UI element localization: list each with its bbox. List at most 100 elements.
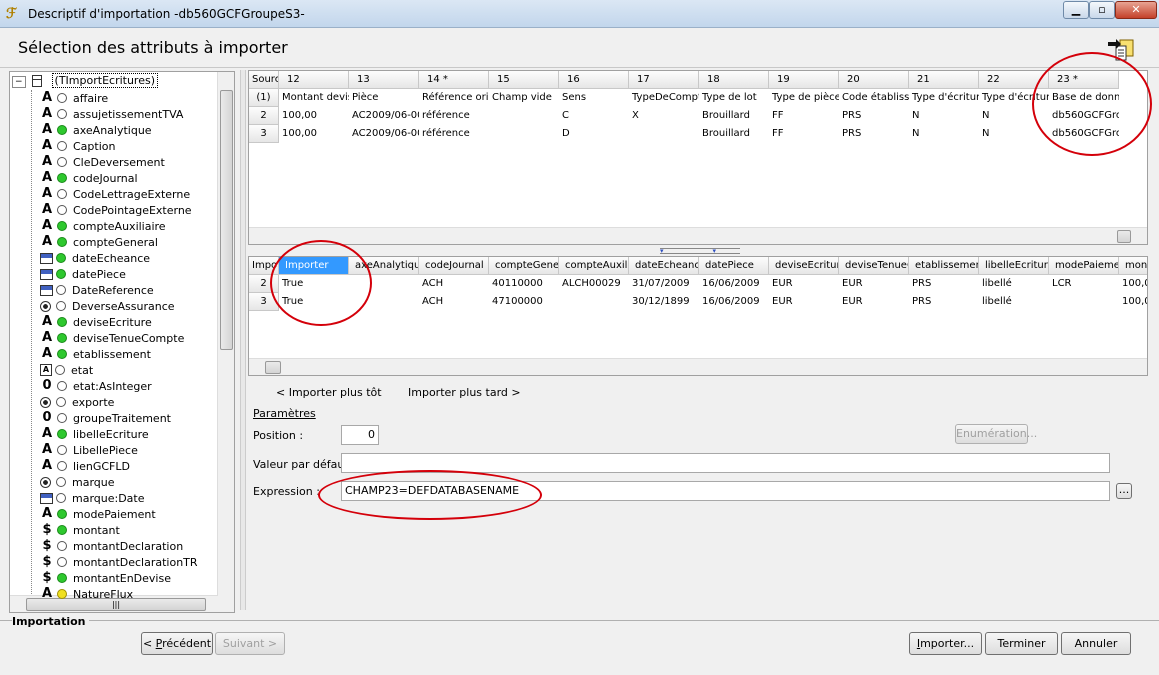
- import-later-link[interactable]: Importer plus tard >: [408, 386, 521, 399]
- tree-item[interactable]: Aaffaire: [40, 90, 108, 106]
- next-button[interactable]: Suivant >: [215, 632, 285, 655]
- source-column-number[interactable]: 12: [279, 71, 349, 89]
- close-button[interactable]: ✕: [1115, 1, 1157, 19]
- source-cell[interactable]: Type de lot: [699, 89, 769, 107]
- import-grid[interactable]: ImportImporteraxeAnalytiquecodeJournalco…: [248, 256, 1148, 376]
- import-column-header[interactable]: monta: [1119, 257, 1147, 275]
- source-column-number[interactable]: 17: [629, 71, 699, 89]
- import-cell[interactable]: 16/06/2009: [699, 293, 769, 311]
- import-cell[interactable]: [559, 293, 629, 311]
- import-grid-scrollbar[interactable]: [249, 358, 1147, 375]
- position-field[interactable]: 0: [341, 425, 379, 445]
- import-earlier-link[interactable]: < Importer plus tôt: [276, 386, 382, 399]
- import-column-header[interactable]: modePaiement: [1049, 257, 1119, 275]
- import-cell[interactable]: [349, 293, 419, 311]
- tree-item[interactable]: datePiece: [40, 266, 126, 282]
- import-column-header[interactable]: deviseTenueC: [839, 257, 909, 275]
- tree-item[interactable]: A CleDeversement: [40, 154, 165, 170]
- source-column-number[interactable]: 20: [839, 71, 909, 89]
- import-cell[interactable]: libellé: [979, 275, 1049, 293]
- finish-button[interactable]: Terminer: [985, 632, 1058, 655]
- source-column-number[interactable]: 21: [909, 71, 979, 89]
- import-cell[interactable]: 40110000: [489, 275, 559, 293]
- source-cell[interactable]: 100,00: [279, 107, 349, 125]
- source-cell[interactable]: PRS: [839, 107, 909, 125]
- import-column-header[interactable]: axeAnalytique: [349, 257, 419, 275]
- source-column-number[interactable]: 15: [489, 71, 559, 89]
- source-cell[interactable]: [489, 107, 559, 125]
- maximize-button[interactable]: ▫: [1089, 1, 1115, 19]
- import-scroll-thumb[interactable]: [265, 361, 281, 374]
- import-cell[interactable]: ALCH00029: [559, 275, 629, 293]
- tree-item[interactable]: A CodeLettrageExterne: [40, 186, 190, 202]
- tree-item[interactable]: AdeviseEcriture: [40, 314, 152, 330]
- source-cell[interactable]: AC2009/06-0000: [349, 107, 419, 125]
- import-column-header[interactable]: deviseEcriture: [769, 257, 839, 275]
- source-cell[interactable]: référence: [419, 125, 489, 143]
- tree-item[interactable]: $ montantEnDevise: [40, 570, 171, 586]
- tree-item[interactable]: Aetat: [40, 362, 93, 378]
- tree-item[interactable]: AassujetissementTVA: [40, 106, 183, 122]
- tree-item[interactable]: marque: [40, 474, 115, 490]
- source-cell[interactable]: 100,00: [279, 125, 349, 143]
- source-grid-scrollbar[interactable]: [249, 227, 1147, 244]
- import-cell[interactable]: [1049, 293, 1119, 311]
- previous-button[interactable]: < Précédent: [141, 632, 213, 655]
- tree-item[interactable]: AlienGCFLD: [40, 458, 130, 474]
- source-cell[interactable]: PRS: [839, 125, 909, 143]
- tree-item[interactable]: AcompteGeneral: [40, 234, 158, 250]
- tree-item[interactable]: exporte: [40, 394, 114, 410]
- source-cell[interactable]: N: [909, 107, 979, 125]
- tree-item[interactable]: marque:Date: [40, 490, 145, 506]
- expression-browse-button[interactable]: ...: [1116, 483, 1132, 499]
- source-column-number[interactable]: 23 *: [1049, 71, 1119, 89]
- tree-item[interactable]: A LibellePiece: [40, 442, 138, 458]
- import-button[interactable]: Importer...: [909, 632, 982, 655]
- tree-item[interactable]: AdeviseTenueCompte: [40, 330, 184, 346]
- tree-item[interactable]: AaxeAnalytique: [40, 122, 152, 138]
- source-cell[interactable]: Montant devise: [279, 89, 349, 107]
- source-row-header[interactable]: (1): [249, 89, 279, 107]
- import-cell[interactable]: 16/06/2009: [699, 275, 769, 293]
- import-cell[interactable]: 30/12/1899: [629, 293, 699, 311]
- import-cell[interactable]: PRS: [909, 275, 979, 293]
- source-cell[interactable]: Base de données: [1049, 89, 1119, 107]
- source-cell[interactable]: TypeDeCompte: [629, 89, 699, 107]
- tree-item[interactable]: A Caption: [40, 138, 116, 154]
- source-cell[interactable]: Brouillard: [699, 107, 769, 125]
- collapse-icon[interactable]: −: [12, 76, 26, 88]
- tree-item[interactable]: AlibelleEcriture: [40, 426, 149, 442]
- source-column-number[interactable]: 16: [559, 71, 629, 89]
- source-grid[interactable]: Source121314 *151617181920212223 * (1)23M…: [248, 70, 1148, 245]
- attribute-tree[interactable]: − (TImportEcritures) ||| Aaffaire Aassuje…: [9, 71, 235, 613]
- source-cell[interactable]: C: [559, 107, 629, 125]
- source-column-number[interactable]: 14 *: [419, 71, 489, 89]
- tree-item[interactable]: $ montantDeclaration: [40, 538, 183, 554]
- import-cell[interactable]: 100,00: [1119, 293, 1147, 311]
- grid-splitter[interactable]: ▾ ▾: [660, 248, 740, 255]
- source-scroll-thumb[interactable]: [1117, 230, 1131, 243]
- tree-item[interactable]: dateEcheance: [40, 250, 150, 266]
- import-cell[interactable]: 100,00: [1119, 275, 1147, 293]
- source-cell[interactable]: X: [629, 107, 699, 125]
- expression-field[interactable]: CHAMP23=DEFDATABASENAME: [341, 481, 1110, 501]
- source-cell[interactable]: N: [909, 125, 979, 143]
- tree-item[interactable]: DateReference: [40, 282, 154, 298]
- source-cell[interactable]: FF: [769, 125, 839, 143]
- cancel-button[interactable]: Annuler: [1061, 632, 1131, 655]
- import-column-header[interactable]: Importer: [279, 257, 349, 275]
- source-column-number[interactable]: 13: [349, 71, 419, 89]
- source-cell[interactable]: db560GCFGroupeS3: [1049, 125, 1119, 143]
- import-cell[interactable]: 31/07/2009: [629, 275, 699, 293]
- import-column-header[interactable]: libelleEcriture: [979, 257, 1049, 275]
- panel-splitter[interactable]: [240, 70, 246, 610]
- import-cell[interactable]: True: [279, 293, 349, 311]
- source-cell[interactable]: N: [979, 125, 1049, 143]
- tree-item[interactable]: A CodePointageExterne: [40, 202, 192, 218]
- import-cell[interactable]: [349, 275, 419, 293]
- source-cell[interactable]: référence: [419, 107, 489, 125]
- tree-item[interactable]: 0 etat:AsInteger: [40, 378, 151, 394]
- tree-item[interactable]: DeverseAssurance: [40, 298, 175, 314]
- tree-item[interactable]: A NatureFlux: [40, 586, 133, 602]
- source-cell[interactable]: db560GCFGroupeS3: [1049, 107, 1119, 125]
